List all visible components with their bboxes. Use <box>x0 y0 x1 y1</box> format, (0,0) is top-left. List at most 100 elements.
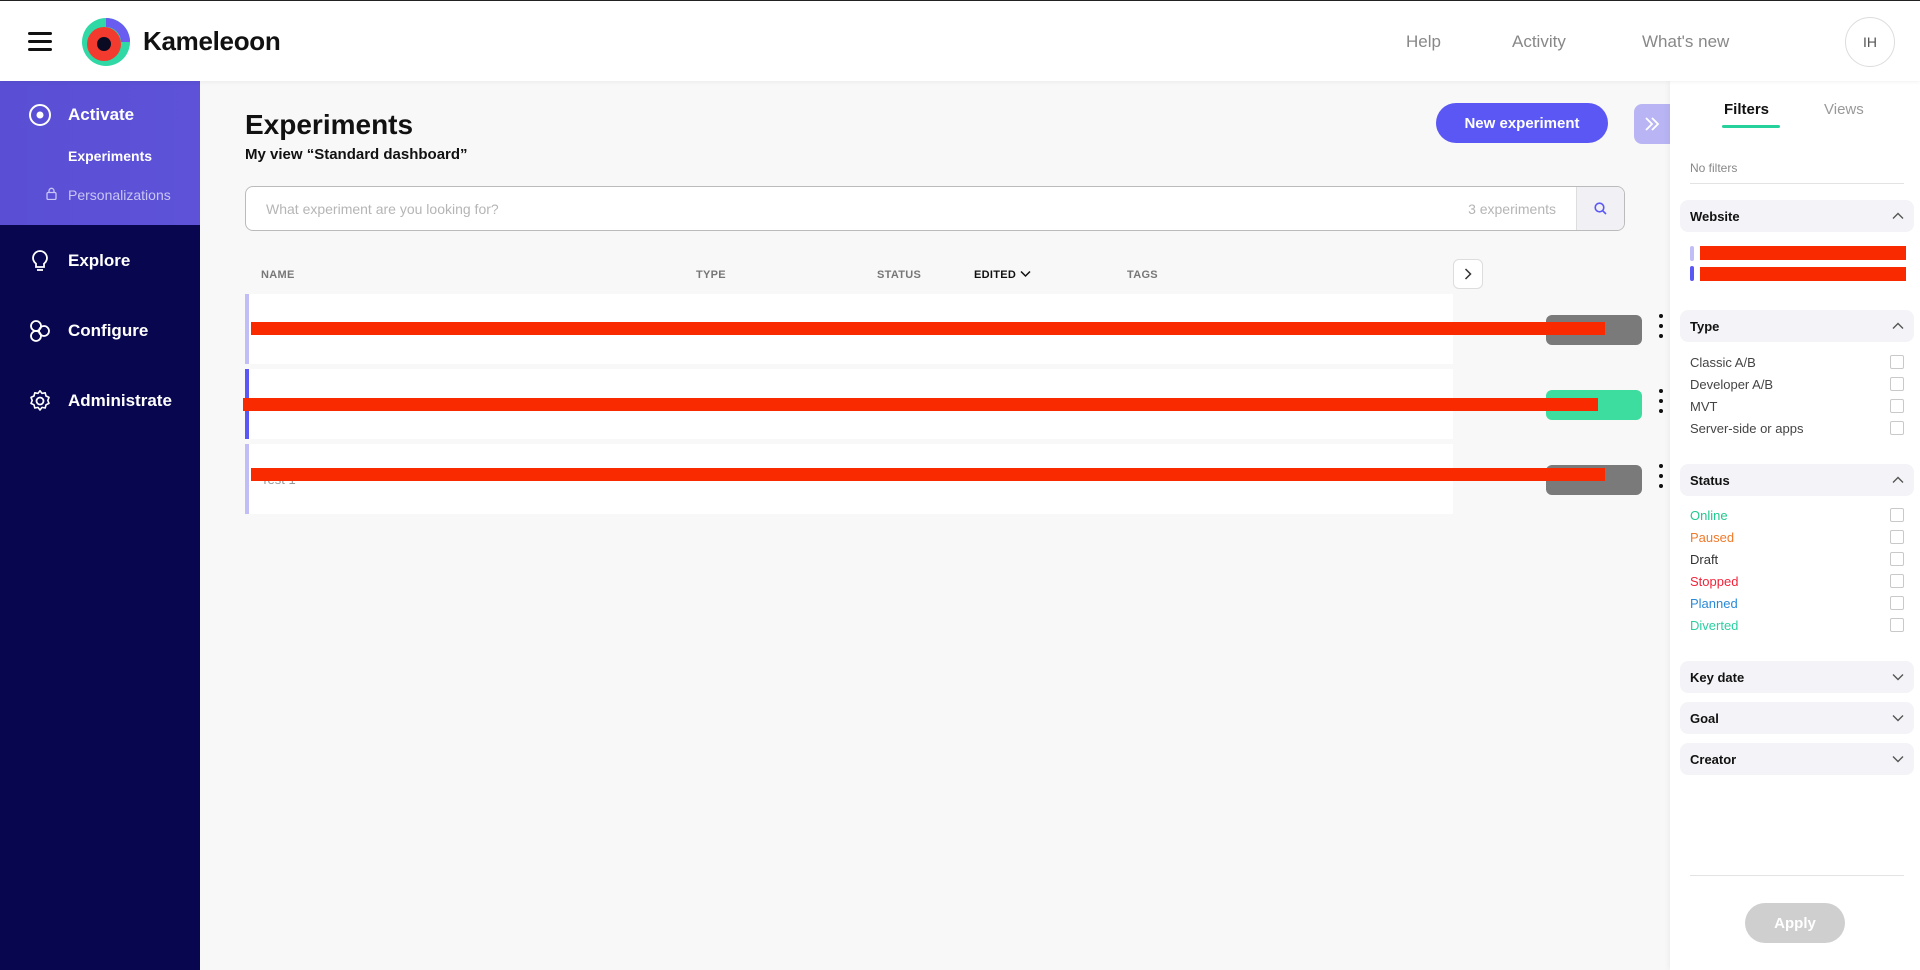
section-title: Creator <box>1690 751 1737 767</box>
checkbox[interactable] <box>1890 552 1904 566</box>
chevron-up-icon <box>1892 476 1904 483</box>
more-options-icon[interactable] <box>1657 389 1665 413</box>
type-option-developer-ab[interactable]: Developer A/B <box>1690 375 1904 393</box>
status-option-planned[interactable]: Planned <box>1690 594 1904 612</box>
filter-section-type[interactable]: Type <box>1680 310 1914 342</box>
kameleoon-logo-icon[interactable] <box>81 17 131 67</box>
sidebar: Activate Experiments Personalizations Ex… <box>0 81 200 970</box>
option-label: Diverted <box>1690 617 1739 633</box>
double-chevron-right-icon <box>1645 117 1660 131</box>
filter-section-goal[interactable]: Goal <box>1680 702 1914 734</box>
lock-icon <box>46 187 57 205</box>
option-label: Planned <box>1690 595 1738 611</box>
table-row[interactable]: l <box>245 294 1663 364</box>
status-option-online[interactable]: Online <box>1690 506 1904 524</box>
filter-section-creator[interactable]: Creator <box>1680 743 1914 775</box>
table-row[interactable]: Test 1 <box>245 444 1663 514</box>
redaction-bar[interactable] <box>1700 246 1906 260</box>
status-option-paused[interactable]: Paused <box>1690 528 1904 546</box>
type-option-mvt[interactable]: MVT <box>1690 397 1904 415</box>
expand-panel-button[interactable] <box>1634 104 1670 144</box>
search-bar: 3 experiments <box>245 186 1625 231</box>
type-option-classic-ab[interactable]: Classic A/B <box>1690 353 1904 371</box>
status-option-draft[interactable]: Draft <box>1690 550 1904 568</box>
current-view-label: My view “Standard dashboard” <box>245 146 468 163</box>
search-input[interactable] <box>246 187 1469 230</box>
whats-new-link[interactable]: What's new <box>1642 32 1729 52</box>
chevron-down-icon <box>1020 270 1031 278</box>
chevron-down-icon <box>1892 715 1904 722</box>
tab-views[interactable]: Views <box>1824 101 1864 118</box>
row-website-accent <box>245 444 249 514</box>
brand-name: Kameleoon <box>143 26 281 56</box>
divider <box>1690 183 1904 184</box>
sidebar-item-activate[interactable]: Activate <box>28 103 134 127</box>
option-label: MVT <box>1690 398 1718 414</box>
table-row[interactable] <box>243 369 1663 439</box>
section-title: Goal <box>1690 710 1719 726</box>
search-icon <box>1594 202 1607 215</box>
sidebar-item-administrate[interactable]: Administrate <box>28 389 172 413</box>
activate-icon <box>29 104 51 126</box>
redaction-bar <box>251 468 1605 481</box>
sidebar-item-label: Configure <box>68 321 149 340</box>
help-link[interactable]: Help <box>1406 32 1441 52</box>
checkbox[interactable] <box>1890 574 1904 588</box>
checkbox[interactable] <box>1890 377 1904 391</box>
checkbox[interactable] <box>1890 421 1904 435</box>
website-color-marker <box>1690 266 1694 281</box>
redaction-bar[interactable] <box>1700 267 1906 281</box>
section-title: Status <box>1690 472 1730 488</box>
activity-link[interactable]: Activity <box>1512 32 1566 52</box>
type-option-server-side[interactable]: Server-side or apps <box>1690 419 1904 437</box>
menu-icon[interactable] <box>28 32 52 52</box>
checkbox[interactable] <box>1890 508 1904 522</box>
option-label: Stopped <box>1690 573 1739 589</box>
user-avatar[interactable]: IH <box>1845 17 1895 67</box>
experiment-count: 3 experiments <box>1468 200 1556 217</box>
checkbox[interactable] <box>1890 399 1904 413</box>
checkbox[interactable] <box>1890 530 1904 544</box>
column-header-tags[interactable]: TAGS <box>1127 269 1158 281</box>
section-title: Key date <box>1690 669 1745 685</box>
search-button[interactable] <box>1576 187 1624 230</box>
sidebar-subitem-experiments[interactable]: Experiments <box>68 148 152 164</box>
tab-filters[interactable]: Filters <box>1724 101 1769 118</box>
more-options-icon[interactable] <box>1657 314 1665 338</box>
sidebar-subitem-personalizations[interactable]: Personalizations <box>68 187 171 203</box>
page-title: Experiments <box>245 109 414 140</box>
checkbox[interactable] <box>1890 596 1904 610</box>
new-experiment-button[interactable]: New experiment <box>1436 103 1608 143</box>
sidebar-item-explore[interactable]: Explore <box>28 249 130 273</box>
filter-panel: Filters Views No filters Website Type Cl… <box>1670 81 1920 970</box>
section-title: Website <box>1690 208 1740 224</box>
main-content: Experiments My view “Standard dashboard”… <box>200 81 1670 970</box>
checkbox[interactable] <box>1890 355 1904 369</box>
apply-button[interactable]: Apply <box>1745 903 1845 943</box>
redaction-bar <box>243 398 1598 411</box>
status-option-stopped[interactable]: Stopped <box>1690 572 1904 590</box>
column-header-edited[interactable]: EDITED <box>974 269 1016 281</box>
more-options-icon[interactable] <box>1657 464 1665 488</box>
status-option-diverted[interactable]: Diverted <box>1690 616 1904 634</box>
column-header-status[interactable]: STATUS <box>877 269 921 281</box>
filter-section-website[interactable]: Website <box>1680 200 1914 232</box>
option-label: Classic A/B <box>1690 354 1756 370</box>
option-label: Paused <box>1690 529 1735 545</box>
section-title: Type <box>1690 318 1720 334</box>
option-label: Draft <box>1690 551 1719 567</box>
filter-section-status[interactable]: Status <box>1680 464 1914 496</box>
column-header-type[interactable]: TYPE <box>696 269 726 281</box>
option-label: Online <box>1690 507 1728 523</box>
chevron-down-icon <box>1892 674 1904 681</box>
column-header-name[interactable]: NAME <box>261 269 295 281</box>
lightbulb-icon <box>32 250 48 271</box>
website-color-marker <box>1690 246 1694 261</box>
row-website-accent <box>245 294 249 364</box>
more-columns-button[interactable] <box>1453 259 1483 289</box>
sidebar-item-configure[interactable]: Configure <box>28 319 148 343</box>
no-filters-label: No filters <box>1690 161 1738 175</box>
filter-section-key-date[interactable]: Key date <box>1680 661 1914 693</box>
sidebar-item-label: Explore <box>68 251 131 270</box>
checkbox[interactable] <box>1890 618 1904 632</box>
